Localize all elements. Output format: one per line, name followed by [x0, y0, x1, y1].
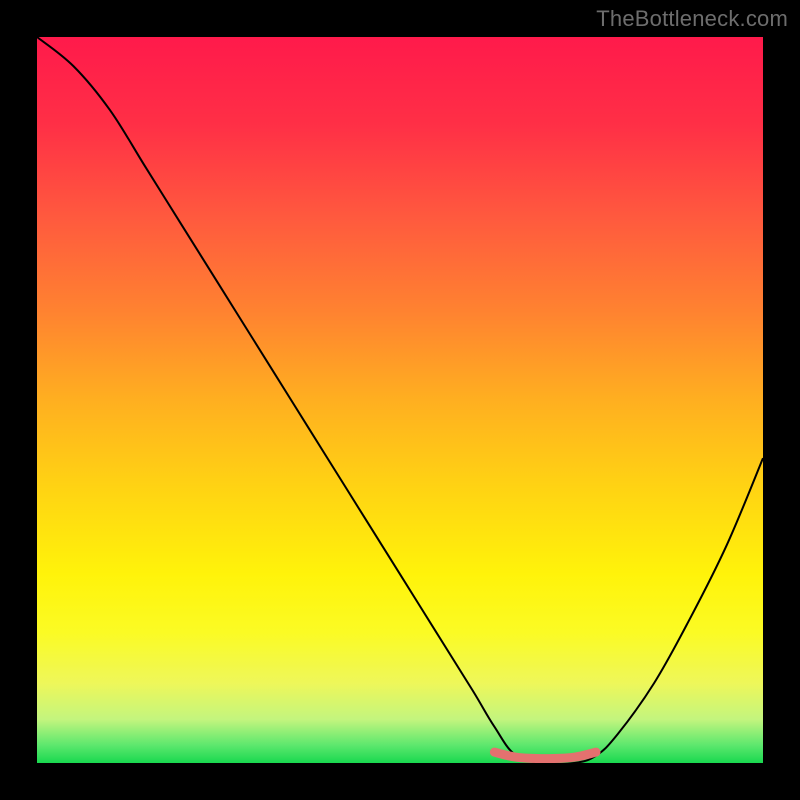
plot-area [37, 37, 763, 763]
bottleneck-curve-path [37, 37, 763, 763]
watermark-label: TheBottleneck.com [596, 6, 788, 32]
chart-frame: TheBottleneck.com [0, 0, 800, 800]
sweet-spot-band-path [494, 752, 596, 759]
chart-curve [37, 37, 763, 763]
